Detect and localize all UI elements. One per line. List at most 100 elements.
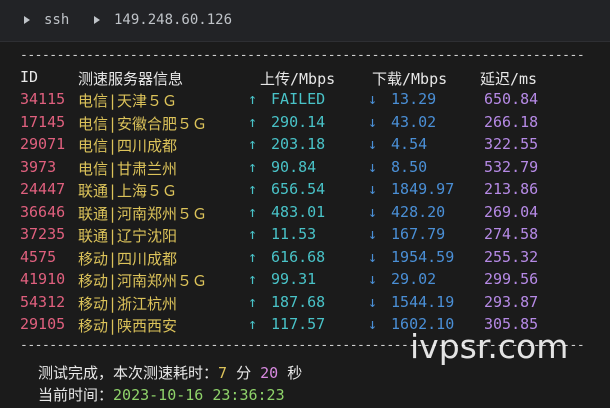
upload-speed: 11.53 — [271, 225, 317, 243]
app-name[interactable]: ssh — [44, 12, 69, 28]
arrow-up-icon: ↑ — [248, 270, 258, 288]
server-id: 24447 — [20, 180, 66, 198]
upload-speed: 483.01 — [271, 202, 326, 221]
download-speed: 8.50 — [391, 157, 428, 176]
server-node: 移动|河南郑州５Ｇ — [78, 272, 208, 290]
download-value: ↓ 43.02 — [368, 113, 436, 131]
server-id: 54312 — [20, 292, 66, 311]
table-row: 54312 移动|浙江杭州 ↑ 187.68 ↓ 1544.19 293.87 — [0, 293, 610, 315]
header-id: ID — [20, 68, 39, 86]
download-value: ↓ 1849.97 — [368, 180, 454, 198]
server-id: 3973 — [20, 157, 57, 176]
server-node: 联通|辽宁沈阳 — [78, 227, 178, 245]
server-id: 36646 — [20, 202, 66, 221]
minute-unit: 分 — [236, 364, 252, 382]
download-speed: 43.02 — [391, 112, 437, 131]
server-id: 29071 — [20, 135, 66, 153]
latency-value: 274.58 — [484, 225, 539, 243]
download-value: ↓ 4.54 — [368, 135, 427, 153]
current-datetime: 2023-10-16 23:36:23 — [113, 386, 285, 404]
elapsed-minutes: 7 — [218, 364, 228, 382]
arrow-down-icon: ↓ — [368, 180, 378, 198]
server-id: 41910 — [20, 270, 66, 288]
latency-value: 650.84 — [484, 90, 539, 108]
upload-speed: 90.84 — [271, 157, 317, 176]
arrow-down-icon: ↓ — [368, 90, 378, 108]
header-upload: 上传/Mbps — [260, 70, 336, 88]
upload-value: ↑ FAILED — [248, 90, 325, 108]
upload-speed: 187.68 — [271, 292, 326, 311]
current-time-line: 当前时间：2023-10-16 23:36:23 — [38, 384, 285, 405]
upload-value: ↑ 616.68 — [248, 248, 325, 266]
server-node: 联通|河南郑州５Ｇ — [78, 204, 208, 223]
download-speed: 13.29 — [391, 90, 437, 108]
arrow-down-icon: ↓ — [368, 292, 378, 311]
upload-value: ↑ 203.18 — [248, 135, 325, 153]
chevron-right-icon[interactable] — [94, 16, 100, 24]
server-node: 电信|天津５Ｇ — [78, 92, 178, 110]
upload-speed: 656.54 — [271, 180, 326, 198]
upload-speed: 290.14 — [271, 112, 326, 131]
latency-value: 266.18 — [484, 112, 539, 131]
download-value: ↓ 1954.59 — [368, 248, 454, 266]
table-row: 41910 移动|河南郑州５Ｇ ↑ 99.31 ↓ 29.02 299.56 — [0, 270, 610, 292]
arrow-down-icon: ↓ — [368, 135, 378, 153]
server-node: 电信|甘肃兰州 — [78, 159, 178, 178]
download-speed: 167.79 — [391, 225, 446, 243]
download-value: ↓ 1544.19 — [368, 293, 454, 311]
server-node: 电信|四川成都 — [78, 137, 178, 155]
ssh-titlebar: ssh 149.248.60.126 — [0, 0, 610, 42]
upload-value: ↑ 483.01 — [248, 203, 325, 221]
server-node: 移动|陕西西安 — [78, 317, 178, 335]
arrow-down-icon: ↓ — [368, 157, 378, 176]
arrow-up-icon: ↑ — [248, 135, 258, 153]
second-unit: 秒 — [287, 364, 303, 382]
latency-value: 293.87 — [484, 292, 539, 311]
latency-value: 322.55 — [484, 135, 539, 153]
latency-value: 255.32 — [484, 247, 539, 266]
time-label: 当前时间： — [38, 386, 114, 404]
host-address[interactable]: 149.248.60.126 — [114, 12, 232, 28]
table-row: 17145 电信|安徽合肥５Ｇ ↑ 290.14 ↓ 43.02 266.18 — [0, 113, 610, 135]
upload-value: ↑ 187.68 — [248, 293, 325, 311]
upload-speed: 203.18 — [271, 135, 326, 153]
divider-top: ----------------------------------------… — [20, 48, 586, 62]
download-value: ↓ 13.29 — [368, 90, 436, 108]
chevron-right-icon[interactable] — [24, 16, 30, 24]
table-row: 29071 电信|四川成都 ↑ 203.18 ↓ 4.54 322.55 — [0, 135, 610, 157]
download-value: ↓ 167.79 — [368, 225, 445, 243]
arrow-down-icon: ↓ — [368, 202, 378, 221]
elapsed-label: 测试完成，本次测速耗时： — [38, 364, 219, 382]
arrow-down-icon: ↓ — [368, 315, 378, 333]
table-row: 3973 电信|甘肃兰州 ↑ 90.84 ↓ 8.50 532.79 — [0, 158, 610, 180]
server-node: 移动|浙江杭州 — [78, 294, 178, 313]
server-id: 29105 — [20, 315, 66, 333]
upload-speed: 117.57 — [271, 315, 326, 333]
download-speed: 29.02 — [391, 270, 437, 288]
header-node: 测速服务器信息 — [78, 70, 184, 88]
upload-speed: 99.31 — [271, 270, 317, 288]
arrow-up-icon: ↑ — [248, 247, 258, 266]
header-download: 下载/Mbps — [372, 70, 448, 88]
server-id: 17145 — [20, 112, 66, 131]
arrow-down-icon: ↓ — [368, 270, 378, 288]
latency-value: 299.56 — [484, 270, 539, 288]
download-value: ↓ 428.20 — [368, 203, 445, 221]
table-row: 34115 电信|天津５Ｇ ↑ FAILED ↓ 13.29 650.84 — [0, 90, 610, 112]
download-speed: 1544.19 — [391, 292, 455, 311]
arrow-up-icon: ↑ — [248, 112, 258, 131]
arrow-up-icon: ↑ — [248, 180, 258, 198]
arrow-up-icon: ↑ — [248, 315, 258, 333]
arrow-up-icon: ↑ — [248, 292, 258, 311]
table-row: 24447 联通|上海５Ｇ ↑ 656.54 ↓ 1849.97 213.86 — [0, 180, 610, 202]
latency-value: 269.04 — [484, 202, 539, 221]
arrow-down-icon: ↓ — [368, 247, 378, 266]
upload-value: ↑ 117.57 — [248, 315, 325, 333]
upload-value: ↑ 99.31 — [248, 270, 316, 288]
download-speed: 1849.97 — [391, 180, 455, 198]
upload-speed: FAILED — [271, 90, 326, 108]
header-latency: 延迟/ms — [480, 70, 538, 88]
arrow-down-icon: ↓ — [368, 112, 378, 131]
upload-speed: 616.68 — [271, 247, 326, 266]
download-speed: 428.20 — [391, 202, 446, 221]
